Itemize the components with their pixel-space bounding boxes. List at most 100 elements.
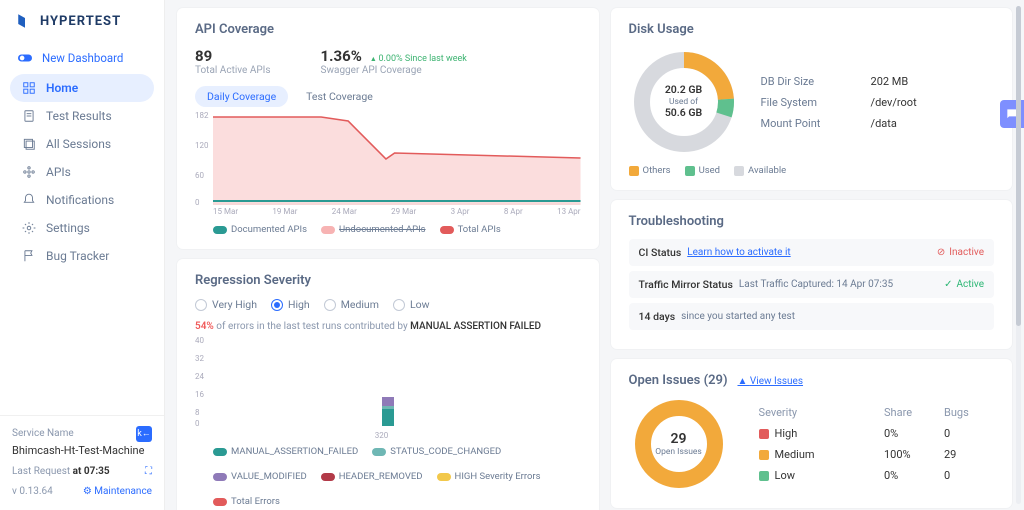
legend-item[interactable]: HIGH Severity Errors (437, 471, 541, 482)
legend-item[interactable]: Total Errors (213, 496, 280, 507)
legend-item[interactable]: Used (685, 165, 720, 176)
coverage-chart: 182 120 60 0 (213, 113, 581, 205)
last-request-value: at 07:35 (73, 466, 110, 477)
swagger-pct: 1.36% (321, 47, 362, 65)
nav-label: Test Results (46, 109, 112, 123)
scrollbar-thumb[interactable] (1016, 6, 1021, 326)
radio-high[interactable]: High (271, 298, 310, 311)
open-issues-card: Open Issues (29) ▲ View Issues 29 Open I… (611, 359, 1012, 508)
logo-text: HYPERTEST (40, 14, 121, 29)
api-icon (22, 165, 36, 179)
logo-icon (16, 12, 34, 30)
api-coverage-title: API Coverage (195, 22, 581, 37)
swagger-delta: 0.00% Since last week (370, 54, 467, 64)
issues-count: 29 (671, 431, 687, 448)
doc-icon (22, 109, 36, 123)
nav-label: APIs (46, 165, 71, 179)
mirror-text: Last Traffic Captured: 14 Apr 07:35 (739, 279, 893, 290)
new-dashboard-label: New Dashboard (42, 51, 123, 65)
radio-low[interactable]: Low (393, 298, 430, 311)
ci-status-row: CI Status Learn how to activate it ⊘ Ina… (629, 239, 994, 266)
sidebar-item-apis[interactable]: APIs (10, 158, 154, 186)
issues-donut: 29 Open Issues (629, 394, 729, 494)
issue-row: Low0%0 (759, 465, 994, 486)
maintenance-link[interactable]: ⚙ Maintenance (83, 484, 152, 500)
regression-title: Regression Severity (195, 273, 581, 288)
days-row: 14 days since you started any test (629, 303, 994, 330)
mirror-label: Traffic Mirror Status (639, 278, 733, 291)
sidebar-footer: Service Name k← Bhimcash-Ht-Test-Machine… (0, 415, 164, 510)
disk-val: 202 MB (871, 75, 909, 88)
new-dashboard-toggle[interactable]: New Dashboard (10, 44, 154, 72)
legend-item[interactable]: Available (734, 165, 786, 176)
sidebar-item-test-results[interactable]: Test Results (10, 102, 154, 130)
disk-used: 20.2 GB (665, 84, 702, 97)
swagger-label: Swagger API Coverage (321, 65, 467, 76)
last-request-label: Last Request (12, 466, 70, 477)
days-text: since you started any test (681, 311, 795, 322)
issue-row: High0%0 (759, 423, 994, 444)
sidebar-item-home[interactable]: Home (10, 74, 154, 102)
bar-x-label: 320 (375, 431, 389, 440)
bell-icon (22, 193, 36, 207)
legend-undocumented[interactable]: Undocumented APIs (339, 224, 426, 235)
regression-text: of errors in the last test runs contribu… (214, 321, 410, 332)
regression-chart: 40 32 24 16 8 0 320 (213, 338, 581, 438)
regression-pct: 54% (195, 321, 214, 332)
tab-test-coverage[interactable]: Test Coverage (294, 86, 385, 107)
sidebar-item-all-sessions[interactable]: All Sessions (10, 130, 154, 158)
disk-usage-title: Disk Usage (629, 22, 994, 37)
radio-medium[interactable]: Medium (324, 298, 379, 311)
disk-key: File System (761, 96, 847, 109)
active-apis-count: 89 (195, 47, 271, 65)
hdr-severity: Severity (759, 406, 884, 419)
flag-icon (22, 249, 36, 263)
disk-donut: 20.2 GB Used of 50.6 GB (629, 47, 739, 157)
grid-icon (22, 81, 36, 95)
nav-label: Home (46, 81, 78, 95)
legend-item[interactable]: MANUAL_ASSERTION_FAILED (213, 446, 358, 457)
version: v 0.13.64 (12, 484, 53, 500)
legend-documented: Documented APIs (231, 224, 307, 235)
disk-usage-card: Disk Usage 20.2 GB Used of 50.6 GB (611, 8, 1012, 190)
service-badge[interactable]: k← (136, 426, 152, 442)
regression-type: MANUAL ASSERTION FAILED (410, 321, 541, 332)
sidebar-item-settings[interactable]: Settings (10, 214, 154, 242)
nav-label: Settings (46, 221, 90, 235)
mirror-status-badge: ✓ Active (944, 279, 984, 290)
hdr-bugs: Bugs (944, 406, 994, 419)
logo[interactable]: HYPERTEST (0, 0, 164, 40)
regression-card: Regression Severity Very High High Medium L… (177, 259, 599, 510)
nav-label: Bug Tracker (46, 249, 109, 263)
ci-status-label: CI Status (639, 246, 682, 259)
issue-row: Medium100%29 (759, 444, 994, 465)
sidebar-item-bug-tracker[interactable]: Bug Tracker (10, 242, 154, 270)
legend-item[interactable]: STATUS_CODE_CHANGED (372, 446, 501, 457)
nav: New Dashboard Home Test Results All Sessio… (0, 40, 164, 274)
active-apis-label: Total Active APIs (195, 65, 271, 76)
mirror-status-row: Traffic Mirror Status Last Traffic Captu… (629, 271, 994, 298)
ci-activate-link[interactable]: Learn how to activate it (687, 247, 790, 258)
disk-total: 50.6 GB (665, 107, 702, 120)
legend-total: Total APIs (458, 224, 501, 235)
ci-status-badge: ⊘ Inactive (937, 247, 984, 258)
coverage-xaxis: 15 Mar19 Mar24 Mar29 Mar3 Apr8 Apr13 Apr (213, 207, 581, 216)
main: API Coverage 89 Total Active APIs 1.36% … (165, 0, 1024, 510)
legend-item[interactable]: HEADER_REMOVED (321, 471, 423, 482)
toggle-icon (18, 51, 32, 65)
disk-val: /dev/root (871, 96, 917, 109)
nav-label: All Sessions (46, 137, 111, 151)
troubleshooting-title: Troubleshooting (629, 214, 994, 229)
service-name: Bhimcash-Ht-Test-Machine (12, 442, 152, 460)
sidebar-item-notifications[interactable]: Notifications (10, 186, 154, 214)
days-label: 14 days (639, 310, 676, 323)
last-request-icon[interactable]: ⛶ (145, 464, 152, 480)
tab-daily-coverage[interactable]: Daily Coverage (195, 86, 288, 107)
troubleshooting-card: Troubleshooting CI Status Learn how to a… (611, 200, 1012, 349)
disk-key: DB Dir Size (761, 75, 847, 88)
service-name-label: Service Name (12, 426, 74, 442)
legend-item[interactable]: Others (629, 165, 671, 176)
legend-item[interactable]: VALUE_MODIFIED (213, 471, 307, 482)
view-issues-link[interactable]: ▲ View Issues (738, 376, 804, 387)
radio-very-high[interactable]: Very High (195, 298, 257, 311)
